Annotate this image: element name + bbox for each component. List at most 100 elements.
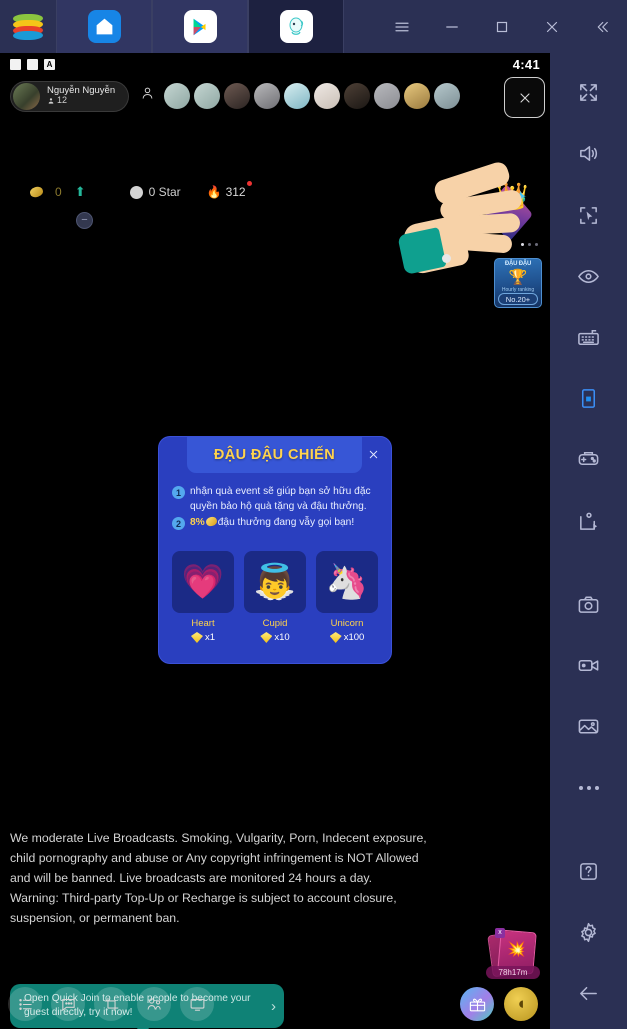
gift-item[interactable]: 👼 Cupid x10 (244, 551, 306, 643)
sidebar-item-gallery[interactable] (563, 701, 615, 752)
hand-pointer-graphic (397, 159, 529, 276)
viewer-avatar[interactable] (314, 83, 341, 109)
gift-cost: x100 (316, 632, 378, 643)
bullet-text: 8% đậu thưởng đang vẫy gọi bạn! (190, 515, 354, 530)
sidebar-item-eye[interactable] (563, 251, 615, 302)
sidebar-item-macro-cursor[interactable] (563, 189, 615, 240)
tab-live-app[interactable] (248, 0, 344, 53)
chat-button[interactable] (51, 987, 85, 1021)
chevron-right-icon: › (271, 997, 276, 1015)
sidebar-item-rotate-screen[interactable] (563, 373, 615, 424)
viewer-avatar-list[interactable] (164, 83, 464, 109)
sidebar-item-keyboard[interactable] (563, 312, 615, 363)
sidebar-item-fullscreen[interactable] (563, 67, 615, 118)
bluestacks-logo (0, 0, 56, 53)
modal-header: ĐẬU ĐẬU CHIẾN (187, 437, 362, 473)
sidebar-item-more[interactable] (563, 762, 615, 813)
diamond-icon (260, 632, 273, 643)
reward-card[interactable]: 💥 x 78h17m (486, 928, 540, 979)
notice-line: suspension, or permanent ban. (10, 911, 180, 925)
viewer-avatar[interactable] (164, 83, 191, 109)
screenshot-camera-icon (578, 596, 599, 613)
bullet-text-rest: đậu thưởng đang vẫy gọi bạn! (217, 517, 355, 528)
gift-item[interactable]: 💗 Heart x1 (172, 551, 234, 643)
sidebar-item-volume[interactable] (563, 128, 615, 179)
viewer-avatar[interactable] (194, 83, 221, 109)
screen-button[interactable] (180, 987, 214, 1021)
android-status-bar: A 4:41 (0, 53, 550, 75)
chat-icon (61, 998, 75, 1011)
gift-name: Unicorn (330, 618, 364, 629)
crop-button[interactable] (94, 987, 128, 1021)
keyboard-icon (578, 329, 599, 345)
modal-body: 1 nhận quà event sẽ giúp bạn sở hữu đặc … (172, 484, 379, 531)
settings-gear-icon (581, 922, 596, 942)
collapse-stats-button[interactable]: − (76, 212, 93, 229)
sidebar-item-help[interactable] (563, 845, 615, 896)
sidebar-item-record[interactable] (563, 640, 615, 691)
live-top-row: Nguyễn Nguyễn 12 (0, 78, 550, 114)
sidebar-item-gamepad[interactable] (563, 434, 615, 485)
close-overlay-button[interactable] (504, 77, 545, 118)
hot-count: 312 (226, 181, 252, 199)
sidebar-item-screenshot[interactable] (563, 579, 615, 630)
gift-name: Heart (191, 618, 215, 629)
sidebar-item-settings[interactable] (563, 907, 615, 958)
list-button[interactable] (8, 987, 42, 1021)
modal-title: ĐẬU ĐẬU CHIẾN (213, 447, 336, 463)
reward-timer: 78h17m (486, 966, 540, 979)
viewer-avatar[interactable] (404, 83, 431, 109)
app-root: A 4:41 Nguyễn Nguyễn 12 0 ⬆ 0 Star 🔥 312… (0, 0, 627, 1029)
bottom-nav (8, 987, 214, 1021)
tab-play-store[interactable] (152, 0, 248, 53)
tab-home[interactable] (56, 0, 152, 53)
viewer-avatar[interactable] (224, 83, 251, 109)
fullscreen-icon (580, 84, 597, 102)
gift-button[interactable] (460, 987, 494, 1021)
notice-line: and will be banned. Live broadcasts are … (10, 871, 373, 885)
volume-icon (580, 146, 598, 162)
viewer-avatar[interactable] (434, 83, 461, 109)
status-a-badge: A (44, 58, 55, 70)
reward-count-badge: x (495, 928, 505, 938)
viewer-avatar[interactable] (284, 83, 311, 109)
gamepad-icon (578, 452, 599, 466)
more-options-icon (578, 785, 599, 790)
fire-icon: 🔥 (206, 185, 222, 199)
coin-count: 0 (55, 185, 62, 199)
sidebar-item-script[interactable] (563, 495, 615, 546)
app-icon (279, 10, 313, 43)
viewer-avatar[interactable] (344, 83, 371, 109)
maximize-button[interactable] (477, 0, 527, 53)
help-icon (580, 862, 597, 880)
phone-rotate-icon (581, 389, 596, 409)
minimize-button[interactable] (427, 0, 477, 53)
close-button[interactable] (527, 0, 577, 53)
bullet-number: 2 (172, 517, 185, 530)
gift-thumbnail: 🦄 (316, 551, 378, 613)
modal-bullet: 1 nhận quà event sẽ giúp bạn sở hữu đặc … (172, 484, 379, 514)
chevron-double-left-icon (597, 21, 608, 32)
viewer-avatar[interactable] (374, 83, 401, 109)
close-icon (519, 92, 530, 103)
host-chip[interactable]: Nguyễn Nguyễn 12 (10, 80, 130, 112)
maximize-icon (496, 21, 508, 32)
collapse-sidebar-button[interactable] (577, 0, 627, 53)
notice-line: We moderate Live Broadcasts. Smoking, Vu… (10, 831, 427, 845)
star-count: 0 Star (148, 185, 181, 199)
modal-close-button[interactable] (363, 444, 383, 464)
gift-cost: x1 (172, 632, 234, 643)
back-arrow-icon (580, 986, 597, 1000)
sidebar-item-back[interactable] (563, 968, 615, 1019)
status-square-icon (27, 58, 38, 70)
viewer-avatar[interactable] (254, 83, 281, 109)
menu-button[interactable] (377, 0, 427, 53)
audience-icon[interactable] (140, 86, 155, 106)
up-arrow-icon[interactable]: ⬆ (75, 184, 86, 200)
avatar (13, 82, 40, 110)
gift-item[interactable]: 🦄 Unicorn x100 (316, 551, 378, 643)
modal-bullet: 2 8% đậu thưởng đang vẫy gọi bạn! (172, 515, 379, 530)
viewer-count: 12 (47, 95, 115, 105)
coin-button[interactable]: ◖ (504, 987, 538, 1021)
guest-button[interactable] (137, 987, 171, 1021)
